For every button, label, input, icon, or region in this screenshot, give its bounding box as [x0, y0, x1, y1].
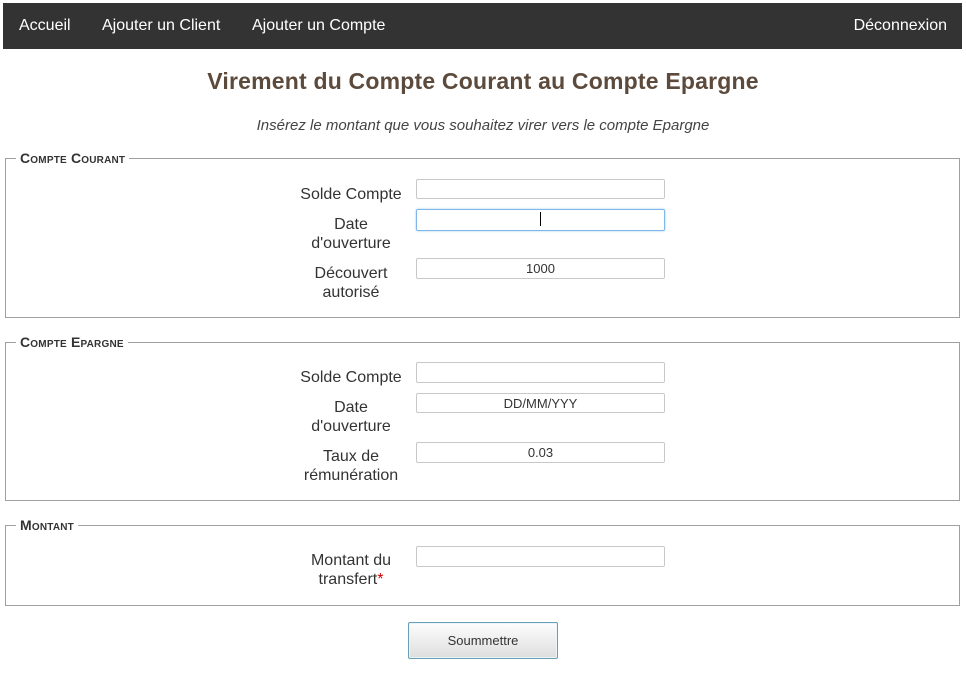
montant-label: Montant du transfert* [286, 551, 416, 589]
submit-button[interactable]: Soummettre [408, 622, 558, 659]
courant-date-label: Date d'ouverture [286, 215, 416, 253]
compte-epargne-section: Compte Epargne [5, 334, 960, 501]
courant-date-label-line2: d'ouverture [311, 235, 391, 252]
montant-label-text: transfert [318, 571, 378, 588]
nav-ajouter-compte[interactable]: Ajouter un Compte [252, 17, 385, 35]
courant-decouvert-label-line1: Découvert [314, 265, 388, 282]
epargne-solde-label: Solde Compte [300, 369, 402, 386]
page-title: Virement du Compte Courant au Compte Epa… [207, 68, 759, 94]
epargne-taux-input[interactable] [416, 442, 665, 463]
compte-epargne-legend: Compte Epargne [20, 334, 124, 350]
courant-solde-input[interactable] [416, 179, 665, 199]
compte-courant-legend: Compte Courant [20, 150, 126, 166]
nav-ajouter-client[interactable]: Ajouter un Client [102, 17, 220, 35]
compte-courant-section: Compte Courant [5, 150, 960, 318]
epargne-solde-input[interactable] [416, 362, 665, 383]
courant-decouvert-label: Découvert autorisé [286, 264, 416, 302]
montant-legend: Montant [20, 517, 74, 533]
courant-decouvert-input[interactable] [416, 258, 665, 279]
epargne-taux-label-line2: rémunération [303, 467, 399, 484]
epargne-date-input[interactable] [416, 393, 665, 413]
nav-deconnexion[interactable]: Déconnexion [854, 17, 947, 35]
text-cursor [540, 212, 541, 226]
epargne-date-label-line2: d'ouverture [311, 418, 391, 435]
required-asterisk: * [377, 571, 384, 588]
montant-label-line2: transfert* [286, 570, 416, 589]
nav-accueil[interactable]: Accueil [19, 17, 71, 35]
page-subtitle: Insérez le montant que vous souhaitez vi… [256, 117, 710, 134]
navbar: Accueil Ajouter un Client Ajouter un Com… [3, 3, 962, 49]
epargne-taux-label: Taux de rémunération [286, 447, 416, 485]
montant-input[interactable] [416, 546, 665, 567]
epargne-taux-label-line1: Taux de [322, 448, 380, 465]
epargne-date-label: Date d'ouverture [286, 398, 416, 436]
montant-label-line1: Montant du [310, 552, 392, 569]
epargne-date-label-line1: Date [334, 399, 368, 416]
courant-decouvert-label-line2: autorisé [322, 284, 380, 301]
courant-solde-label: Solde Compte [300, 186, 402, 203]
courant-date-label-line1: Date [334, 216, 368, 233]
